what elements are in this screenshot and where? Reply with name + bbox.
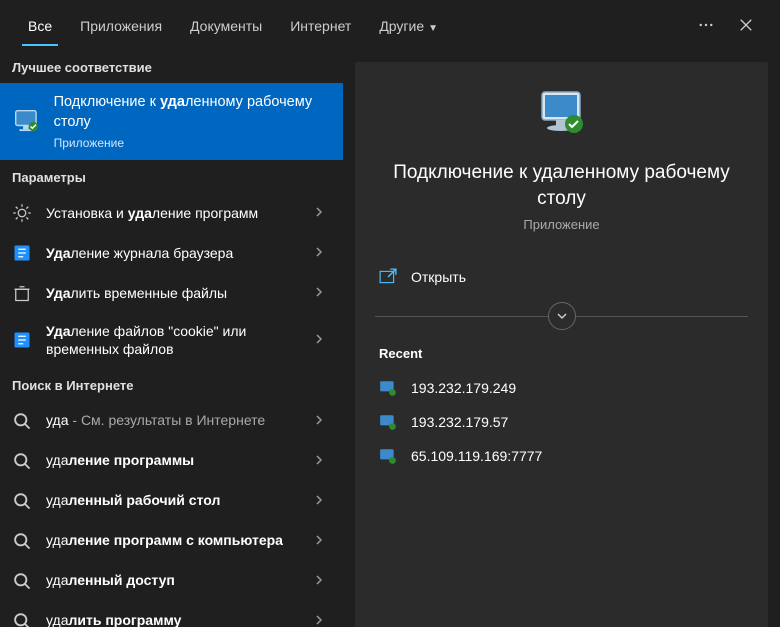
results-pane: Лучшее соответствие Подключение к удален…	[0, 50, 343, 627]
rdp-app-icon	[12, 106, 42, 138]
chevron-right-icon	[315, 573, 331, 589]
web-search-header: Поиск в Интернете	[0, 368, 343, 401]
result-label: удалить программу	[46, 611, 315, 627]
settings-result-2[interactable]: Удалить временные файлы	[0, 273, 343, 313]
expand-divider	[375, 302, 748, 330]
open-action[interactable]: Открыть	[375, 256, 748, 298]
result-label: Установка и удаление программ	[46, 204, 315, 222]
search-icon	[12, 411, 32, 431]
filter-tab-0[interactable]: Все	[14, 4, 66, 46]
filter-tabs: ВсеПриложенияДокументыИнтернетДругие▼	[14, 4, 452, 46]
rdp-small-icon	[379, 379, 397, 397]
chevron-right-icon	[315, 453, 331, 469]
chevron-right-icon	[315, 613, 331, 627]
chevron-right-icon	[315, 413, 331, 429]
open-label: Открыть	[411, 269, 466, 285]
recent-connection-label: 65.109.119.169:7777	[411, 448, 542, 464]
recent-connection-1[interactable]: 193.232.179.57	[375, 405, 748, 439]
result-label: Удаление журнала браузера	[46, 244, 315, 262]
web-search-list: уда - См. результаты в Интернете удаление…	[0, 401, 343, 627]
best-match-title: Подключение к удаленному рабочему столу	[54, 93, 331, 132]
filter-tab-4[interactable]: Другие▼	[365, 4, 452, 46]
settings-result-3[interactable]: Удаление файлов "cookie" или временных ф…	[0, 313, 343, 367]
top-bar: ВсеПриложенияДокументыИнтернетДругие▼	[0, 0, 780, 50]
search-icon	[12, 491, 32, 511]
preview-title: Подключение к удаленному рабочему столу	[375, 160, 748, 211]
chevron-right-icon	[315, 245, 331, 261]
rdp-small-icon	[379, 413, 397, 431]
result-label: удаление программы	[46, 451, 315, 469]
web-result-3[interactable]: удаление программ с компьютера	[0, 521, 343, 561]
search-icon	[12, 611, 32, 627]
search-icon	[12, 531, 32, 551]
filter-tab-1[interactable]: Приложения	[66, 4, 176, 46]
chevron-right-icon	[315, 332, 331, 348]
result-label: уда - См. результаты в Интернете	[46, 411, 315, 429]
chevron-right-icon	[315, 533, 331, 549]
chevron-down-icon: ▼	[428, 23, 438, 34]
result-label: удаленный рабочий стол	[46, 491, 315, 509]
web-result-5[interactable]: удалить программу	[0, 601, 343, 627]
settings-header: Параметры	[0, 160, 343, 193]
result-label: Удалить временные файлы	[46, 284, 315, 302]
filter-tab-2[interactable]: Документы	[176, 4, 276, 46]
best-match-header: Лучшее соответствие	[0, 50, 343, 83]
recent-list: 193.232.179.249 193.232.179.57 65.109.119.…	[375, 371, 748, 473]
web-result-2[interactable]: удаленный рабочий стол	[0, 481, 343, 521]
recent-connection-2[interactable]: 65.109.119.169:7777	[375, 439, 748, 473]
chevron-right-icon	[315, 205, 331, 221]
result-label: удаленный доступ	[46, 571, 315, 589]
chevron-down-icon	[556, 310, 568, 322]
sweep-icon	[12, 330, 32, 350]
preview-pane: Подключение к удаленному рабочему столу …	[355, 62, 768, 627]
sweep-icon	[12, 243, 32, 263]
best-match-result[interactable]: Подключение к удаленному рабочему столу …	[0, 83, 343, 160]
result-label: Удаление файлов "cookie" или временных ф…	[46, 322, 315, 358]
settings-list: Установка и удаление программ Удаление жу…	[0, 193, 343, 367]
gear-icon	[12, 203, 32, 223]
chevron-right-icon	[315, 285, 331, 301]
web-result-1[interactable]: удаление программы	[0, 441, 343, 481]
chevron-right-icon	[315, 493, 331, 509]
recent-connection-0[interactable]: 193.232.179.249	[375, 371, 748, 405]
best-match-subtitle: Приложение	[54, 136, 331, 150]
web-result-4[interactable]: удаленный доступ	[0, 561, 343, 601]
recent-connection-label: 193.232.179.57	[411, 414, 508, 430]
open-icon	[379, 268, 397, 286]
more-options-button[interactable]	[686, 5, 726, 45]
result-label: удаление программ с компьютера	[46, 531, 315, 549]
web-result-0[interactable]: уда - См. результаты в Интернете	[0, 401, 343, 441]
rdp-small-icon	[379, 447, 397, 465]
expand-button[interactable]	[548, 302, 576, 330]
filter-tab-3[interactable]: Интернет	[276, 4, 365, 46]
settings-result-1[interactable]: Удаление журнала браузера	[0, 233, 343, 273]
search-icon	[12, 571, 32, 591]
settings-result-0[interactable]: Установка и удаление программ	[0, 193, 343, 233]
recent-header: Recent	[379, 346, 748, 361]
recent-connection-label: 193.232.179.249	[411, 380, 516, 396]
rdp-app-icon-large	[534, 86, 590, 142]
trash-icon	[12, 283, 32, 303]
search-icon	[12, 451, 32, 471]
preview-subtitle: Приложение	[375, 217, 748, 232]
close-button[interactable]	[726, 5, 766, 45]
